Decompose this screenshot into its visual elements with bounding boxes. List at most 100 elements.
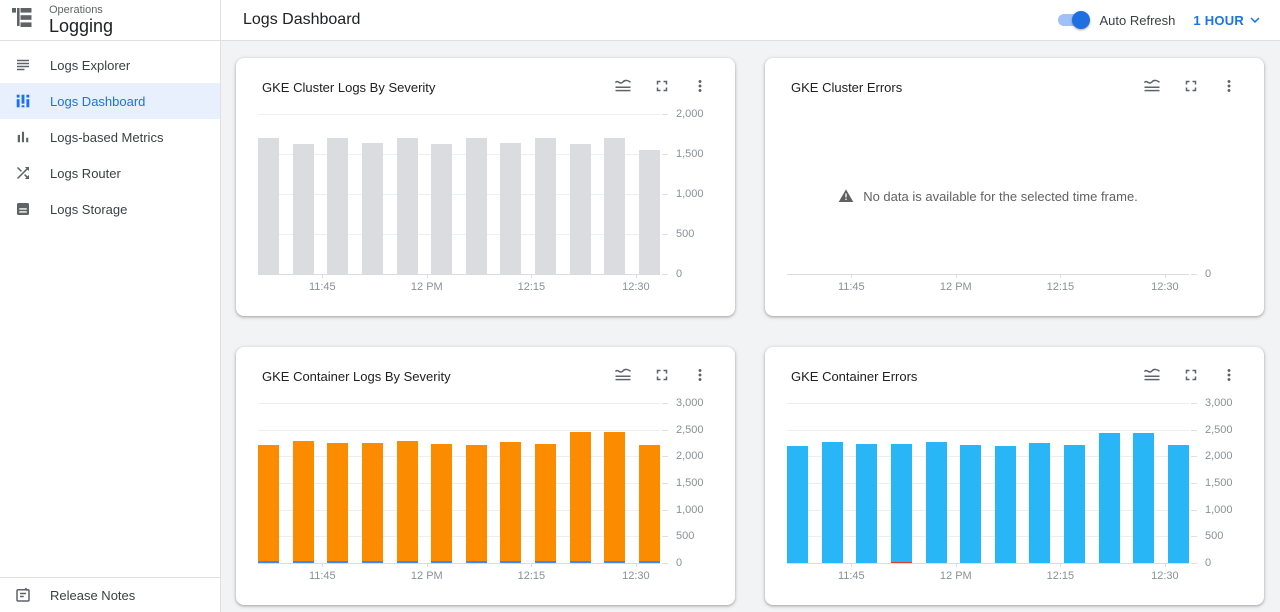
- x-axis-label: 12:15: [518, 281, 546, 293]
- bar[interactable]: [431, 144, 452, 274]
- bar[interactable]: [466, 138, 487, 274]
- gridline: [787, 563, 1189, 564]
- sidebar-item-release-notes[interactable]: Release Notes: [0, 578, 220, 612]
- x-axis-label: 12:15: [1047, 281, 1075, 293]
- bar-segment-error: [1029, 443, 1050, 563]
- bar[interactable]: [995, 446, 1016, 563]
- y-axis-label: 1,500: [676, 477, 736, 489]
- bar[interactable]: [1064, 445, 1085, 563]
- bar-segment-error: [293, 561, 314, 563]
- bar-segment-error: [431, 561, 452, 563]
- fullscreen-button[interactable]: [653, 77, 671, 98]
- more-options-button[interactable]: [1220, 77, 1238, 98]
- bar-segment-logs: [327, 138, 348, 274]
- bar[interactable]: [397, 138, 418, 274]
- sidebar-item-logs-explorer[interactable]: Logs Explorer: [0, 47, 220, 83]
- bar[interactable]: [822, 442, 843, 563]
- x-tick: [1165, 563, 1166, 567]
- bar-series: [787, 403, 1189, 563]
- bar[interactable]: [327, 138, 348, 274]
- bar[interactable]: [327, 443, 348, 563]
- sidebar-footer: Release Notes: [0, 577, 220, 612]
- bar-segment-error: [1133, 433, 1154, 563]
- chart-mode-button[interactable]: [1142, 76, 1162, 99]
- x-axis-label: 11:45: [838, 570, 865, 582]
- y-tick: [662, 430, 668, 431]
- y-axis-label: 1,000: [676, 504, 736, 516]
- bar[interactable]: [500, 442, 521, 563]
- y-axis-label: 1,500: [676, 148, 736, 160]
- sidebar-item-logs-router[interactable]: Logs Router: [0, 155, 220, 191]
- chart-mode-icon: [613, 76, 633, 99]
- time-range-dropdown[interactable]: 1 HOUR: [1193, 11, 1264, 29]
- chevron-down-icon: [1246, 11, 1264, 29]
- bar[interactable]: [1133, 433, 1154, 563]
- bar-segment-logs: [500, 143, 521, 274]
- bar[interactable]: [891, 444, 912, 563]
- bar[interactable]: [856, 444, 877, 563]
- chart-mode-button[interactable]: [1142, 365, 1162, 388]
- chart-mode-button[interactable]: [613, 76, 633, 99]
- more-vert-icon: [691, 77, 709, 98]
- bar[interactable]: [787, 446, 808, 563]
- y-tick: [662, 456, 668, 457]
- bar[interactable]: [362, 143, 383, 274]
- logs-router-icon: [13, 163, 33, 183]
- more-options-button[interactable]: [691, 77, 709, 98]
- bar[interactable]: [535, 138, 556, 274]
- y-axis-label: 2,000: [1205, 450, 1265, 462]
- sidebar-item-logs-based-metrics[interactable]: Logs-based Metrics: [0, 119, 220, 155]
- x-tick: [1060, 563, 1061, 567]
- bar[interactable]: [570, 432, 591, 563]
- y-tick: [1191, 510, 1197, 511]
- auto-refresh-toggle[interactable]: [1058, 14, 1088, 26]
- bar[interactable]: [926, 442, 947, 563]
- y-axis-label: 500: [676, 530, 736, 542]
- bar[interactable]: [604, 138, 625, 274]
- bar-segment-default: [362, 443, 383, 561]
- bar[interactable]: [960, 445, 981, 563]
- more-options-button[interactable]: [1220, 366, 1238, 387]
- bar-segment-error: [639, 561, 660, 563]
- bar[interactable]: [639, 150, 660, 274]
- logs-dashboard-icon: [13, 91, 33, 111]
- product-name: Logging: [49, 16, 113, 36]
- no-data-message: No data is available for the selected ti…: [787, 188, 1189, 204]
- sidebar: Operations Logging Logs Explorer: [0, 0, 221, 612]
- bar[interactable]: [570, 144, 591, 274]
- bar[interactable]: [1099, 433, 1120, 563]
- bar[interactable]: [1168, 445, 1189, 563]
- sidebar-item-logs-dashboard[interactable]: Logs Dashboard: [0, 83, 220, 119]
- bar[interactable]: [293, 441, 314, 563]
- bar-series: [258, 403, 660, 563]
- bar-segment-error: [995, 446, 1016, 563]
- bar[interactable]: [500, 143, 521, 274]
- card-gke-container-errors: GKE Container Errors 05001,0001,5002,000…: [765, 347, 1264, 605]
- bar[interactable]: [535, 444, 556, 563]
- bar-segment-error: [787, 446, 808, 563]
- y-tick: [1191, 274, 1197, 275]
- chart-mode-button[interactable]: [613, 365, 633, 388]
- bar-segment-default: [570, 432, 591, 561]
- bar[interactable]: [397, 441, 418, 563]
- y-tick: [1191, 403, 1197, 404]
- sidebar-item-logs-storage[interactable]: Logs Storage: [0, 191, 220, 227]
- bar[interactable]: [362, 443, 383, 563]
- bar[interactable]: [639, 445, 660, 563]
- bar[interactable]: [293, 144, 314, 274]
- no-data-text: No data is available for the selected ti…: [863, 189, 1138, 204]
- bar-segment-error: [604, 561, 625, 563]
- more-options-button[interactable]: [691, 366, 709, 387]
- fullscreen-button[interactable]: [1182, 77, 1200, 98]
- sidebar-item-label: Logs Explorer: [50, 58, 130, 73]
- bar-segment-logs: [639, 150, 660, 274]
- fullscreen-button[interactable]: [653, 366, 671, 387]
- bar[interactable]: [431, 444, 452, 563]
- bar[interactable]: [258, 138, 279, 274]
- bar[interactable]: [1029, 443, 1050, 563]
- bar[interactable]: [604, 432, 625, 563]
- card-gke-cluster-logs-by-severity: GKE Cluster Logs By Severity 05001,0001,…: [236, 58, 735, 316]
- bar[interactable]: [466, 445, 487, 563]
- bar[interactable]: [258, 445, 279, 563]
- fullscreen-button[interactable]: [1182, 366, 1200, 387]
